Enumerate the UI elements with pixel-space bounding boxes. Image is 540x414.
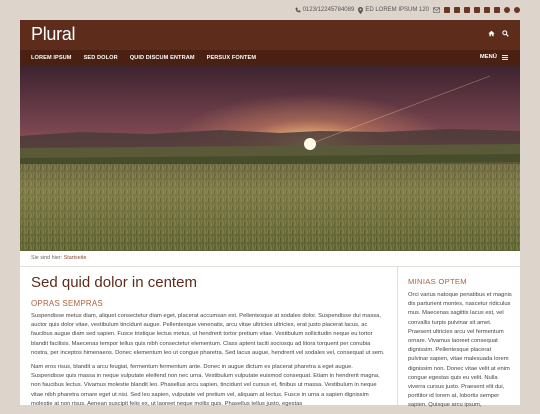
nav-item-sed-dolor[interactable]: SED DOLOR [84, 55, 118, 61]
xing-icon[interactable] [484, 7, 490, 13]
breadcrumb-prefix: Sie sind hier: [31, 255, 63, 261]
location-pin-icon [358, 6, 364, 14]
section-subtitle: OPRAS SEMPRAS [31, 299, 103, 308]
page-container: Plural LOREM IPSUM SED DOLOR QUID DISCUM… [20, 20, 520, 408]
nav-item-persux-fontem[interactable]: PERSUX FONTEM [207, 55, 256, 61]
sidebar-text: Orci varius natoque penatibus et magnis … [408, 292, 512, 409]
linkedin-icon[interactable] [474, 7, 480, 13]
body-paragraph-2: Nam eros risus, blandit a arcu feugiat, … [31, 364, 380, 407]
phone-info[interactable]: 0123/12245784089 [295, 7, 355, 13]
mail-icon[interactable] [433, 7, 440, 13]
sidebar: MINIAS OPTEM Orci varius natoque penatib… [408, 277, 513, 411]
pinterest-icon[interactable] [504, 7, 510, 13]
phone-number: 0123/12245784089 [302, 7, 355, 13]
hamburger-icon [502, 54, 508, 60]
home-icon[interactable] [488, 30, 495, 37]
menu-toggle[interactable]: MENÜ [480, 54, 508, 60]
main-content: Sed quid dolor in centem OPRAS SEMPRAS S… [31, 274, 387, 414]
facebook-icon[interactable] [444, 7, 450, 13]
address-text: ED LOREM IPSUM 120 [365, 7, 429, 13]
body-paragraph-1: Suspendisse metus diam, aliquet consecte… [31, 313, 385, 356]
sidebar-title: MINIAS OPTEM [408, 277, 467, 286]
youtube-icon[interactable] [514, 7, 520, 13]
content-divider [20, 266, 520, 267]
breadcrumb-link-home[interactable]: Startseite [64, 255, 87, 261]
instagram-icon[interactable] [494, 7, 500, 13]
site-logo[interactable]: Plural [31, 24, 76, 45]
phone-icon [295, 7, 300, 13]
address-info[interactable]: ED LOREM IPSUM 120 [358, 6, 429, 14]
nav-item-quid-discum-entram[interactable]: QUID DISCUM ENTRAM [130, 55, 195, 61]
sidebar-divider [397, 267, 398, 405]
nav-item-lorem-ipsum[interactable]: LOREM IPSUM [31, 55, 72, 61]
top-info-bar: 0123/12245784089 ED LOREM IPSUM 120 [20, 0, 520, 20]
hero-image [20, 66, 520, 251]
twitter-icon[interactable] [454, 7, 460, 13]
breadcrumb: Sie sind hier: Startseite [31, 255, 86, 261]
google-plus-icon[interactable] [464, 7, 470, 13]
social-links [433, 7, 520, 13]
main-navigation: LOREM IPSUM SED DOLOR QUID DISCUM ENTRAM… [20, 50, 520, 66]
menu-label: MENÜ [479, 54, 497, 60]
search-icon[interactable] [502, 30, 509, 37]
page-title: Sed quid dolor in centem [31, 274, 197, 291]
site-header: Plural [20, 20, 520, 50]
